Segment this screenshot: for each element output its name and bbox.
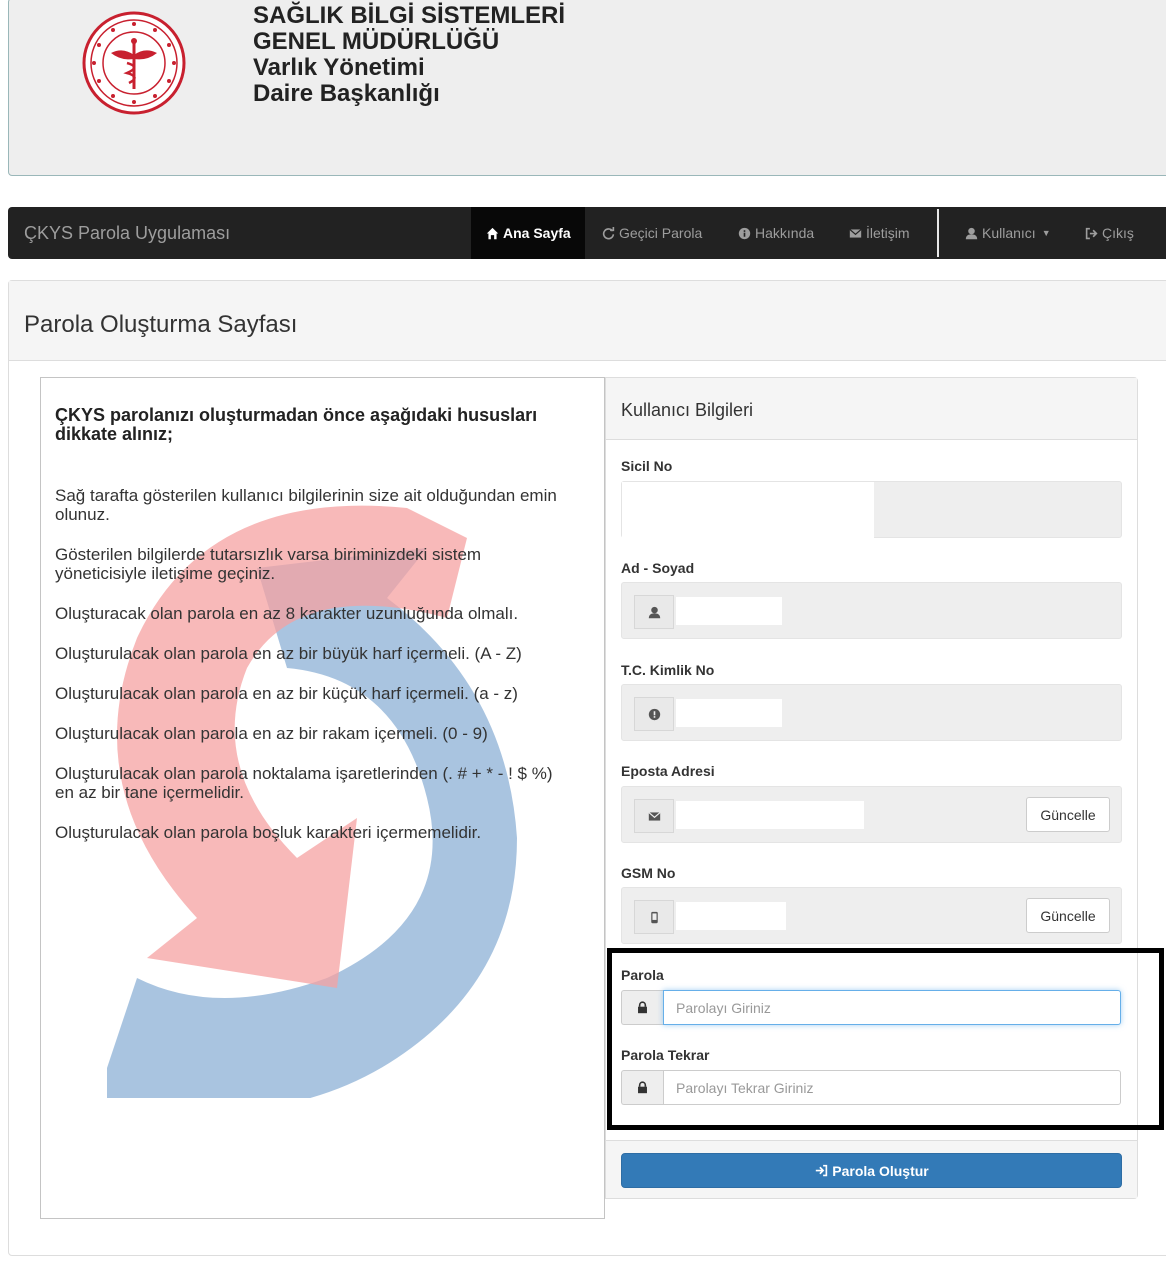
- form-footer: Parola Oluştur: [606, 1140, 1137, 1198]
- rules-text: ÇKYS parolanızı oluşturmadan önce aşağıd…: [55, 406, 565, 863]
- sicil-label: Sicil No: [621, 458, 673, 474]
- nav-contact[interactable]: İletişim: [848, 207, 910, 259]
- info-icon: [737, 226, 751, 240]
- rule-item: Gösterilen bilgilerde tutarsızlık varsa …: [55, 545, 482, 583]
- nav-about[interactable]: Hakkında: [737, 207, 814, 259]
- create-password-label: Parola Oluştur: [832, 1162, 929, 1179]
- eposta-label: Eposta Adresi: [621, 763, 715, 779]
- caret-down-icon: ▼: [1041, 228, 1051, 238]
- create-password-button[interactable]: Parola Oluştur: [621, 1153, 1122, 1188]
- rules-heading: ÇKYS parolanızı oluşturmadan önce aşağıd…: [55, 405, 538, 444]
- redacted-gsm: [676, 902, 786, 930]
- user-icon: [634, 595, 674, 629]
- gsm-field: Güncelle: [621, 887, 1122, 944]
- org-line-4: Daire Başkanlığı: [253, 80, 440, 107]
- phone-icon: [634, 900, 674, 934]
- adsoyad-field: [621, 582, 1122, 639]
- update-email-button[interactable]: Güncelle: [1026, 797, 1110, 832]
- tc-field: [621, 684, 1122, 741]
- rule-item: Oluşturulacak olan parola boşluk karakte…: [55, 823, 482, 842]
- tc-label: T.C. Kimlik No: [621, 662, 715, 678]
- rule-item: Sağ tarafta gösterilen kullanıcı bilgile…: [55, 486, 557, 524]
- exclamation-icon: [634, 697, 674, 731]
- nav-about-label: Hakkında: [755, 225, 815, 241]
- envelope-icon: [634, 799, 674, 833]
- rule-item: Oluşturacak olan parola en az 8 karakter…: [55, 604, 519, 623]
- rule-item: Oluşturulacak olan parola noktalama işar…: [55, 764, 553, 802]
- org-line-3: Varlık Yönetimi: [253, 54, 425, 81]
- adsoyad-label: Ad - Soyad: [621, 560, 695, 576]
- org-line-1: SAĞLIK BİLGİ SİSTEMLERİ: [253, 2, 566, 29]
- nav-temporary-password-label: Geçici Parola: [619, 225, 703, 241]
- navbar-divider: [937, 209, 939, 257]
- redacted-email: [676, 801, 864, 829]
- login-icon: [814, 1164, 828, 1178]
- rule-item: Oluşturulacak olan parola en az bir büyü…: [55, 644, 522, 663]
- update-gsm-button[interactable]: Güncelle: [1026, 898, 1110, 933]
- nav-logout-label: Çıkış: [1102, 225, 1134, 241]
- nav-home-label: Ana Sayfa: [503, 225, 571, 241]
- nav-home[interactable]: Ana Sayfa: [471, 207, 585, 259]
- user-info-title: Kullanıcı Bilgileri: [621, 400, 754, 420]
- home-icon: [485, 226, 499, 240]
- ministry-seal-logo: [82, 11, 186, 115]
- refresh-icon: [601, 226, 615, 240]
- nav-user-dropdown[interactable]: Kullanıcı ▼: [964, 207, 1051, 259]
- nav-contact-label: İletişim: [866, 225, 910, 241]
- site-header: SAĞLIK BİLGİ SİSTEMLERİ GENEL MÜDÜRLÜĞÜ …: [8, 0, 1166, 176]
- nav-user-label: Kullanıcı: [982, 225, 1036, 241]
- rule-item: Oluşturulacak olan parola en az bir küçü…: [55, 684, 518, 703]
- redacted-sicil: [622, 482, 874, 539]
- nav-logout[interactable]: Çıkış: [1084, 207, 1134, 259]
- redacted-name: [676, 597, 782, 625]
- rule-item: Oluşturulacak olan parola en az bir raka…: [55, 724, 488, 743]
- password-fields-highlight: [607, 948, 1164, 1130]
- org-line-2: GENEL MÜDÜRLÜĞÜ: [253, 28, 500, 55]
- page-title: Parola Oluşturma Sayfası: [24, 311, 298, 338]
- eposta-field: Güncelle: [621, 786, 1122, 843]
- nav-temporary-password[interactable]: Geçici Parola: [601, 207, 702, 259]
- user-info-header: Kullanıcı Bilgileri: [606, 378, 1137, 440]
- password-rules-box: ÇKYS parolanızı oluşturmadan önce aşağıd…: [40, 377, 605, 1219]
- envelope-icon: [848, 226, 862, 240]
- organization-name: SAĞLIK BİLGİ SİSTEMLERİ GENEL MÜDÜRLÜĞÜ …: [253, 3, 565, 107]
- page-header: Parola Oluşturma Sayfası: [9, 281, 1166, 361]
- redacted-tc: [676, 699, 782, 727]
- sicil-field: [621, 481, 1122, 539]
- user-icon: [964, 226, 978, 240]
- logout-icon: [1084, 226, 1098, 240]
- navbar-brand[interactable]: ÇKYS Parola Uygulaması: [24, 207, 230, 259]
- top-navbar: ÇKYS Parola Uygulaması Ana Sayfa Geçici …: [8, 207, 1166, 259]
- gsm-label: GSM No: [621, 865, 676, 881]
